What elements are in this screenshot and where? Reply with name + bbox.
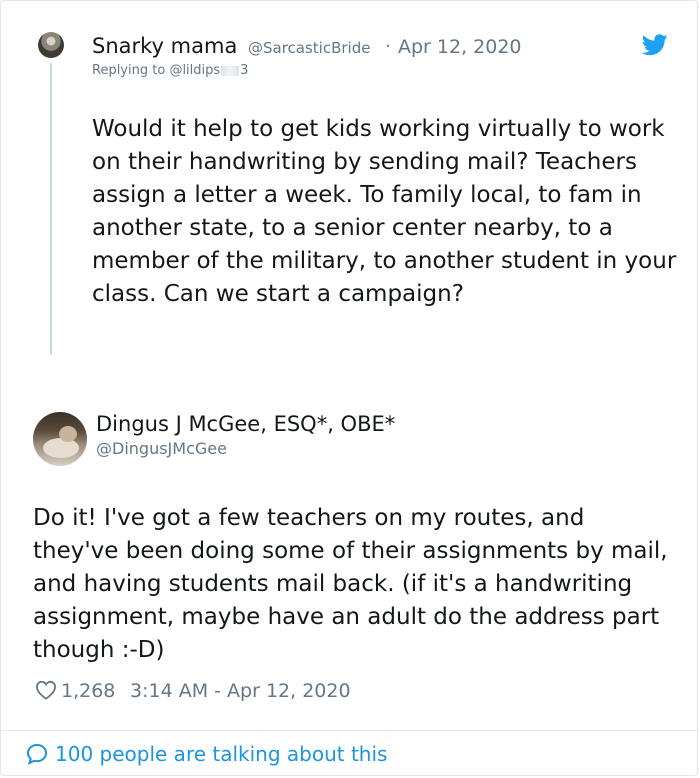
author-name[interactable]: Snarky mama bbox=[92, 34, 237, 58]
replying-to: Replying to @lildips 3 bbox=[92, 63, 248, 78]
author-handle[interactable]: @DingusJMcGee bbox=[96, 439, 227, 458]
replying-to-handle[interactable]: @lildips 3 bbox=[169, 63, 248, 78]
avatar[interactable] bbox=[33, 412, 87, 466]
separator-dot: · bbox=[385, 36, 391, 57]
reply-tweet-text: Do it! I've got a few teachers on my rou… bbox=[33, 505, 668, 663]
tweet-timestamp[interactable]: 3:14 AM - Apr 12, 2020 bbox=[130, 680, 351, 702]
conversation-link[interactable]: 100 people are talking about this bbox=[55, 742, 387, 766]
avatar-cat-head bbox=[59, 426, 77, 442]
tweet-date[interactable]: Apr 12, 2020 bbox=[398, 36, 522, 58]
like-count[interactable]: 1,268 bbox=[61, 680, 115, 702]
replying-to-handle-end: 3 bbox=[240, 63, 249, 78]
parent-tweet-text: Would it help to get kids working virtua… bbox=[92, 116, 677, 307]
redacted-mark bbox=[221, 65, 240, 76]
avatar[interactable] bbox=[38, 32, 64, 58]
author-handle[interactable]: @SarcasticBride bbox=[248, 39, 370, 57]
tweet-card: Snarky mama @SarcasticBride · Apr 12, 20… bbox=[0, 0, 699, 776]
heart-icon[interactable] bbox=[35, 680, 57, 700]
thread-connector-line bbox=[50, 63, 52, 355]
twitter-bird-icon[interactable] bbox=[642, 34, 668, 56]
speech-bubble-icon[interactable] bbox=[25, 742, 49, 766]
author-name[interactable]: Dingus J McGee, ESQ*, OBE* bbox=[96, 412, 395, 436]
avatar-cat-body bbox=[43, 438, 79, 458]
replying-to-label: Replying to bbox=[92, 63, 170, 78]
replying-to-handle-start: @lildips bbox=[169, 63, 221, 78]
footer-divider bbox=[1, 730, 699, 731]
